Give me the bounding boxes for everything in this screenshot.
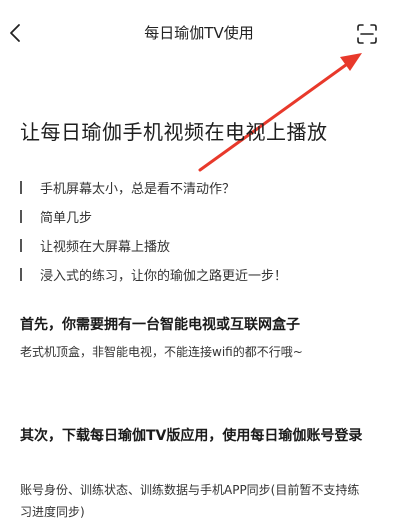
section-description-requirements: 老式机顶盒，非智能电视，不能连接wifi的都不行哦~ [20,345,303,359]
list-item-text: 手机屏幕太小，总是看不清动作？ [40,182,236,197]
section-heading-requirements: 首先，你需要拥有一台智能电视或互联网盒子 [20,317,300,333]
list-item: 让视频在大屏幕上播放 [20,231,380,260]
list-item-text: 让视频在大屏幕上播放 [40,240,171,255]
scan-icon [357,24,377,44]
bullet-marker [20,239,22,252]
scan-button[interactable] [355,22,379,46]
feature-list: 手机屏幕太小，总是看不清动作？ 简单几步 让视频在大屏幕上播放 浸入式的练习，让… [20,173,380,289]
page-title: 每日瑜伽TV使用 [144,24,254,42]
top-navigation-bar: 每日瑜伽TV使用 [0,0,398,64]
section-heading-download: 其次，下载每日瑜伽TV版应用，使用每日瑜伽账号登录 [20,428,363,444]
main-title: 让每日瑜伽手机视频在电视上播放 [20,120,328,144]
bullet-marker [20,268,22,281]
section-description-download: 账号身份、训练状态、训练数据与手机APP同步(目前暂不支持练习进度同步) [20,483,360,519]
list-item: 简单几步 [20,202,380,231]
list-item: 手机屏幕太小，总是看不清动作？ [20,173,380,202]
list-item: 浸入式的练习，让你的瑜伽之路更近一步！ [20,260,380,289]
bullet-marker [20,210,22,223]
list-item-text: 浸入式的练习，让你的瑜伽之路更近一步！ [40,269,288,284]
list-item-text: 简单几步 [40,211,93,226]
bullet-marker [20,181,22,194]
